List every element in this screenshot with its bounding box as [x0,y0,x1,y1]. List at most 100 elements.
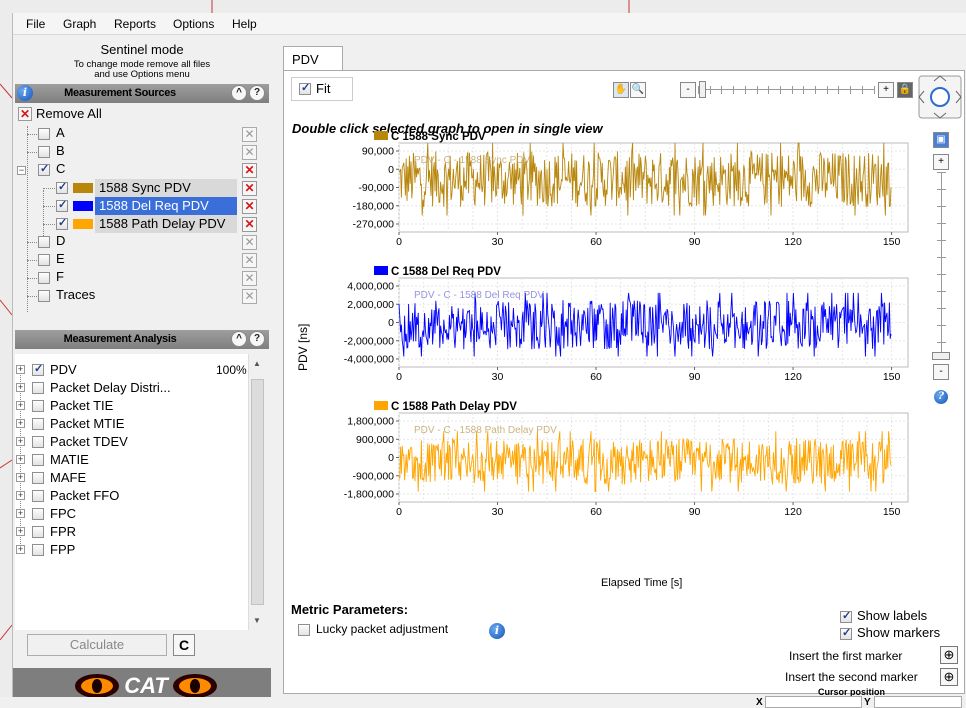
analysis-expand-icon[interactable]: + [16,527,25,536]
analysis-checkbox[interactable] [32,508,44,520]
expand-c-icon[interactable]: − [17,166,26,175]
remove-a-button[interactable]: ✕ [242,127,257,142]
analysis-checkbox[interactable] [32,418,44,430]
analysis-item-label[interactable]: Packet Delay Distri... [50,380,171,398]
source-f-checkbox[interactable] [38,272,50,284]
analysis-checkbox[interactable] [32,400,44,412]
remove-del-req-pdv-button[interactable]: ✕ [242,199,257,214]
vzoom-thumb[interactable] [932,352,950,360]
remove-e-button[interactable]: ✕ [242,253,257,268]
scroll-up-icon[interactable]: ▲ [253,359,261,368]
analysis-item-label[interactable]: FPR [50,524,76,542]
source-b-checkbox[interactable] [38,146,50,158]
analysis-expand-icon[interactable]: + [16,383,25,392]
remove-b-button[interactable]: ✕ [242,145,257,160]
analysis-checkbox[interactable] [32,544,44,556]
remove-all-row[interactable]: ✕ Remove All [16,106,216,124]
lock-icon[interactable]: 🔒 [897,82,913,98]
analysis-scrollbar[interactable]: ▲ ▼ [248,354,265,630]
fit-toggle[interactable]: Fit [291,77,353,101]
analysis-expand-icon[interactable]: + [16,491,25,500]
pdv-charts[interactable]: C 1588 Sync PDV 90,000 0 -90,000 -180,000 -27… [284,129,924,599]
analysis-item-label[interactable]: Packet FFO [50,488,119,506]
fit-checkbox[interactable] [299,81,311,95]
analysis-expand-icon[interactable]: + [16,401,25,410]
analysis-item-label[interactable]: Packet MTIE [50,416,124,434]
help-analysis-button[interactable]: ? [249,331,265,347]
remove-f-button[interactable]: ✕ [242,271,257,286]
collapse-analysis-button[interactable]: ^ [231,331,247,347]
menu-graph[interactable]: Graph [63,17,96,31]
lucky-packet-checkbox[interactable] [298,624,310,636]
refresh-icon[interactable]: C [173,634,195,656]
menu-help[interactable]: Help [232,17,257,31]
remove-all-icon[interactable]: ✕ [18,107,32,121]
vzoom-minus-button[interactable]: - [933,364,949,380]
analysis-expand-icon[interactable]: + [16,545,25,554]
remove-sync-pdv-button[interactable]: ✕ [242,181,257,196]
logo-text: CAT [124,673,169,697]
analysis-checkbox[interactable] [32,526,44,538]
vzoom-plus-button[interactable]: + [933,154,949,170]
menu-options[interactable]: Options [173,17,214,31]
analysis-item-label[interactable]: Packet TIE [50,398,113,416]
analysis-checkbox[interactable] [32,472,44,484]
analysis-item-label[interactable]: Packet TDEV [50,434,128,452]
metric-info-icon[interactable]: i [489,623,505,639]
analysis-expand-icon[interactable]: + [16,455,25,464]
analysis-expand-icon[interactable]: + [16,419,25,428]
hzoom-thumb[interactable] [699,81,706,98]
traces-checkbox[interactable] [38,290,50,302]
collapse-sources-button[interactable]: ^ [231,85,247,101]
path-delay-pdv-label[interactable]: 1588 Path Delay PDV [95,215,237,233]
menu-file[interactable]: File [26,17,45,31]
source-d-checkbox[interactable] [38,236,50,248]
x-tick-label: 30 [492,506,504,518]
analysis-checkbox[interactable] [32,436,44,448]
show-markers-checkbox[interactable] [840,626,852,640]
path-delay-pdv-checkbox[interactable] [56,216,68,230]
source-a-checkbox[interactable] [38,128,50,140]
insert-first-marker-button[interactable]: ⊕ [940,646,958,664]
analysis-checkbox[interactable] [32,362,44,376]
scroll-thumb[interactable] [251,379,264,605]
sync-pdv-checkbox[interactable] [56,180,68,194]
sync-pdv-label[interactable]: 1588 Sync PDV [95,179,237,197]
tab-pdv[interactable]: PDV [283,46,343,71]
remove-traces-button[interactable]: ✕ [242,289,257,304]
hzoom-minus-button[interactable]: - [680,82,696,98]
menu-reports[interactable]: Reports [114,17,156,31]
analysis-expand-icon[interactable]: + [16,437,25,446]
tree-branch [27,260,37,261]
analysis-expand-icon[interactable]: + [16,365,25,374]
calculate-button[interactable]: Calculate [27,634,167,656]
pan-hand-icon[interactable]: ✋ [613,82,629,98]
show-labels-checkbox[interactable] [840,609,852,623]
remove-d-button[interactable]: ✕ [242,235,257,250]
vzoom-lock-icon[interactable]: ▣ [933,132,949,148]
analysis-expand-icon[interactable]: + [16,509,25,518]
analysis-item-label[interactable]: MATIE [50,452,89,470]
analysis-item-label[interactable]: PDV [50,362,77,380]
zoom-magnifier-icon[interactable]: 🔍 [630,82,646,98]
insert-second-marker-button[interactable]: ⊕ [940,668,958,686]
hzoom-plus-button[interactable]: + [878,82,894,98]
analysis-checkbox[interactable] [32,382,44,394]
vzoom-tick [937,325,946,326]
analysis-item-label[interactable]: FPP [50,542,75,560]
scroll-down-icon[interactable]: ▼ [253,616,261,625]
analysis-checkbox[interactable] [32,490,44,502]
source-c-checkbox[interactable] [38,162,50,176]
navigation-control[interactable] [918,75,962,119]
analysis-item-label[interactable]: MAFE [50,470,86,488]
help-sources-button[interactable]: ? [249,85,265,101]
help-icon[interactable]: ? [934,390,948,404]
analysis-expand-icon[interactable]: + [16,473,25,482]
remove-path-delay-pdv-button[interactable]: ✕ [242,217,257,232]
remove-c-button[interactable]: ✕ [242,163,257,178]
analysis-item-label[interactable]: FPC [50,506,76,524]
del-req-pdv-checkbox[interactable] [56,198,68,212]
source-e-checkbox[interactable] [38,254,50,266]
del-req-pdv-label[interactable]: 1588 Del Req PDV [95,197,237,215]
analysis-checkbox[interactable] [32,454,44,466]
